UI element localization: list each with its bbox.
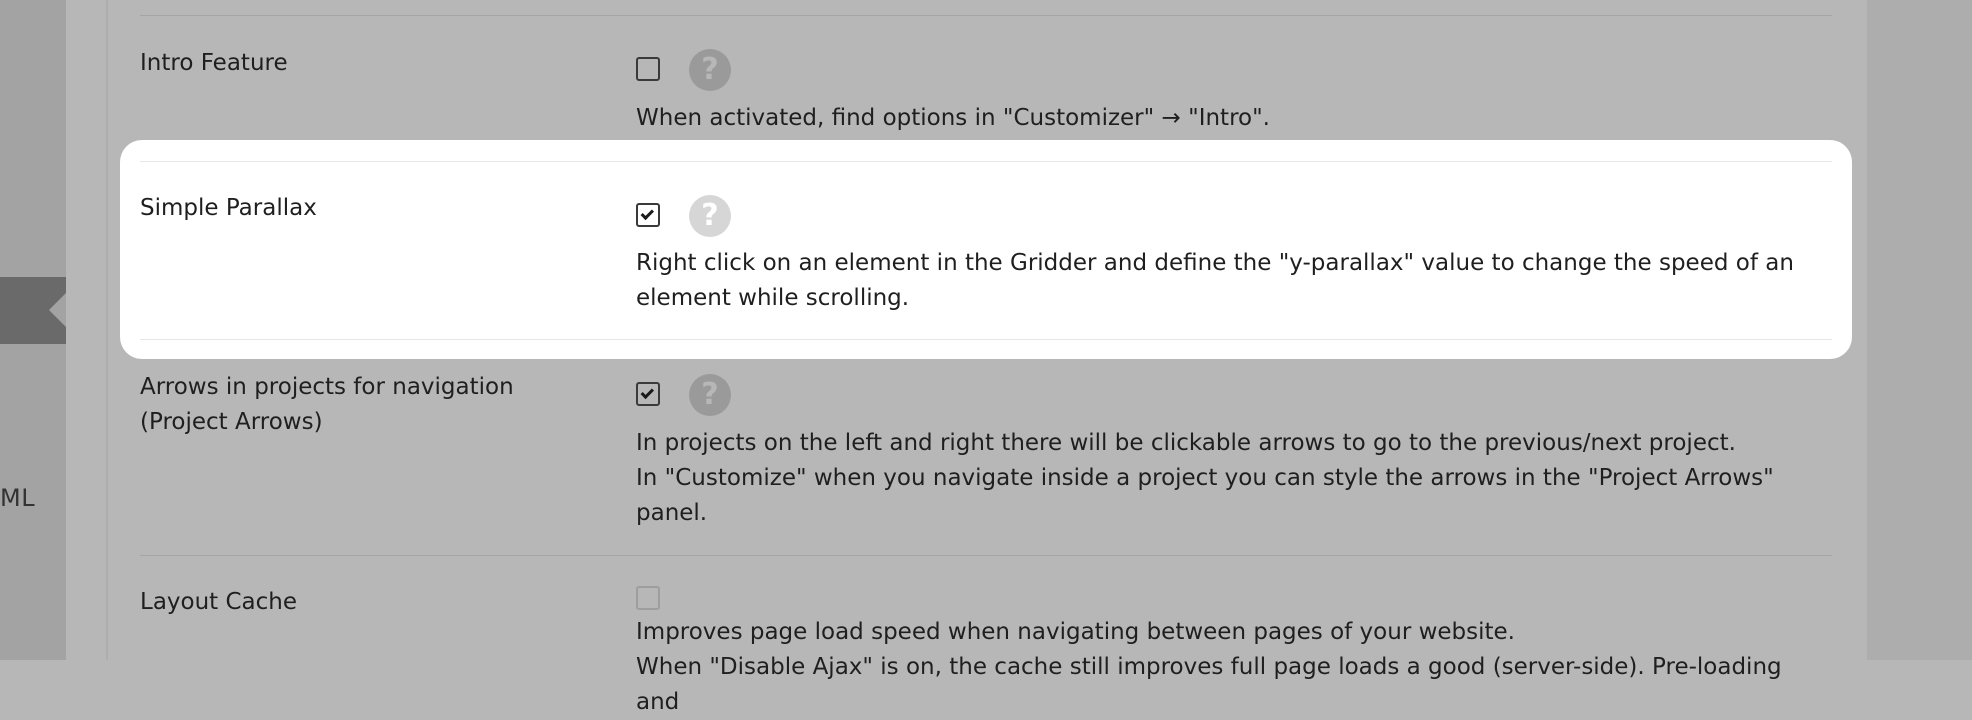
sidebar-active-item[interactable] bbox=[0, 277, 66, 344]
admin-sidebar: ML bbox=[0, 0, 66, 660]
highlighted-setting-row: Simple Parallax ? Right click on an elem… bbox=[120, 140, 1852, 359]
row-divider bbox=[140, 555, 1832, 556]
project-arrows-checkbox[interactable] bbox=[636, 382, 660, 406]
setting-label: Intro Feature bbox=[140, 50, 288, 76]
setting-description: When activated, find options in "Customi… bbox=[636, 105, 1270, 131]
sidebar-active-notch bbox=[49, 293, 66, 327]
row-divider bbox=[140, 15, 1832, 16]
layout-cache-checkbox[interactable] bbox=[636, 586, 660, 610]
row-divider bbox=[140, 161, 1832, 162]
description-line: Improves page load speed when navigating… bbox=[636, 619, 1515, 645]
checkmark-icon bbox=[640, 206, 655, 220]
page-right-margin bbox=[1867, 0, 1972, 660]
setting-description: Right click on an element in the Gridder… bbox=[636, 250, 1794, 311]
setting-label: Simple Parallax bbox=[140, 195, 317, 221]
description-line: When "Disable Ajax" is on, the cache sti… bbox=[636, 654, 1782, 715]
description-line: In projects on the left and right there … bbox=[636, 430, 1736, 456]
setting-label: Arrows in projects for navigation (Proje… bbox=[140, 374, 514, 435]
sidebar-menu-label-fragment[interactable]: ML bbox=[0, 484, 35, 512]
intro-feature-checkbox[interactable] bbox=[636, 57, 660, 81]
simple-parallax-checkbox[interactable] bbox=[636, 203, 660, 227]
setting-description: Improves page load speed when navigating… bbox=[636, 615, 1816, 720]
help-icon[interactable]: ? bbox=[689, 49, 731, 91]
setting-description: In projects on the left and right there … bbox=[636, 426, 1816, 531]
help-icon[interactable]: ? bbox=[689, 374, 731, 416]
setting-label: Layout Cache bbox=[140, 589, 298, 615]
row-divider bbox=[140, 339, 1832, 340]
help-icon[interactable]: ? bbox=[689, 195, 731, 237]
checkmark-icon bbox=[640, 385, 655, 399]
description-line: In "Customize" when you navigate inside … bbox=[636, 465, 1774, 526]
